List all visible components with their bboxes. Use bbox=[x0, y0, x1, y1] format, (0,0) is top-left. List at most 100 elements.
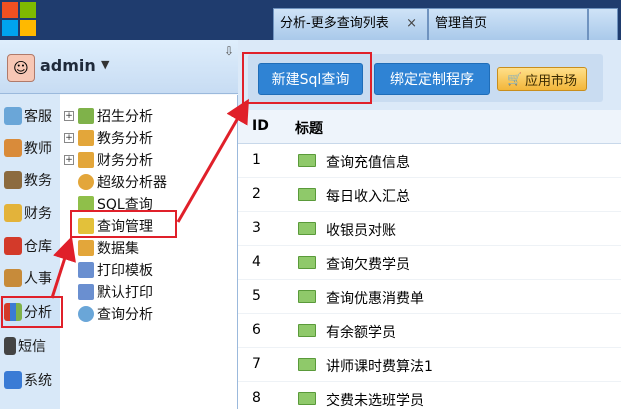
tab-label: 分析-更多查询列表 bbox=[280, 16, 389, 31]
tab-extra[interactable] bbox=[588, 8, 618, 40]
sidebar-item-label: 教师 bbox=[24, 141, 52, 157]
phone-icon bbox=[4, 337, 16, 355]
tree-item-academic-analysis[interactable]: + 教务分析 bbox=[64, 127, 153, 149]
column-header-title[interactable]: 标题 bbox=[295, 118, 323, 138]
table-row[interactable]: 6 有余额学员 bbox=[238, 314, 621, 348]
row-title[interactable]: 讲师课时费算法1 bbox=[326, 356, 433, 376]
magnifier-icon bbox=[78, 174, 94, 190]
tree-item-super-analyzer[interactable]: 超级分析器 bbox=[64, 171, 167, 193]
sql-manage-icon bbox=[78, 218, 94, 234]
tab-analysis-query-list[interactable]: 分析-更多查询列表 × bbox=[273, 8, 428, 40]
tree-item-finance-analysis[interactable]: + 财务分析 bbox=[64, 149, 153, 171]
tree-item-default-print[interactable]: 默认打印 bbox=[64, 281, 153, 303]
tree-item-query-management[interactable]: 查询管理 bbox=[64, 215, 153, 237]
sidebar-item-system[interactable]: 系统 bbox=[0, 364, 60, 396]
row-title[interactable]: 每日收入汇总 bbox=[326, 186, 410, 206]
book-icon bbox=[4, 171, 22, 189]
sidebar-item-analysis[interactable]: 分析 bbox=[0, 296, 60, 328]
sql-query-icon bbox=[298, 154, 316, 167]
dataset-icon bbox=[78, 240, 94, 256]
expand-icon[interactable]: + bbox=[64, 133, 74, 143]
chart-icon bbox=[4, 303, 22, 321]
row-id: 1 bbox=[252, 152, 261, 168]
print-icon bbox=[78, 284, 94, 300]
tree-item-print-template[interactable]: 打印模板 bbox=[64, 259, 153, 281]
sql-query-icon bbox=[298, 256, 316, 269]
sidebar-item-label: 财务 bbox=[24, 206, 52, 222]
magnifier-chart-icon bbox=[78, 130, 94, 146]
table-row[interactable]: 5 查询优惠消费单 bbox=[238, 280, 621, 314]
search-icon bbox=[78, 306, 94, 322]
pin-icon[interactable]: ⇩ bbox=[224, 44, 234, 58]
row-title[interactable]: 查询优惠消费单 bbox=[326, 288, 424, 308]
sidebar-item-teacher[interactable]: 教师 bbox=[0, 132, 60, 164]
expand-icon[interactable]: + bbox=[64, 111, 74, 121]
tab-close-icon[interactable]: × bbox=[406, 9, 417, 39]
cart-icon: 🛒 bbox=[507, 72, 522, 86]
row-id: 4 bbox=[252, 254, 261, 270]
warehouse-icon bbox=[4, 237, 22, 255]
row-title[interactable]: 查询充值信息 bbox=[326, 152, 410, 172]
sidebar-item-label: 人事 bbox=[24, 271, 52, 287]
tree-item-label: 招生分析 bbox=[97, 109, 153, 125]
username[interactable]: admin bbox=[40, 56, 96, 75]
avatar[interactable]: ☺ bbox=[7, 54, 35, 82]
toolbar: 新建Sql查询 绑定定制程序 🛒 应用市场 bbox=[238, 40, 621, 110]
app-logo-icon[interactable] bbox=[2, 2, 36, 36]
tree-item-label: 查询分析 bbox=[97, 307, 153, 323]
expand-icon[interactable]: + bbox=[64, 155, 74, 165]
table-row[interactable]: 1 查询充值信息 bbox=[238, 144, 621, 178]
tree-item-sql-query[interactable]: SQL查询 bbox=[64, 193, 153, 215]
row-id: 5 bbox=[252, 288, 261, 304]
sidebar-item-customer-service[interactable]: 客服 bbox=[0, 100, 60, 132]
table-row[interactable]: 2 每日收入汇总 bbox=[238, 178, 621, 212]
row-id: 8 bbox=[252, 390, 261, 406]
sidebar-item-warehouse[interactable]: 仓库 bbox=[0, 230, 60, 262]
tree-item-dataset[interactable]: 数据集 bbox=[64, 237, 139, 259]
app-market-button[interactable]: 🛒 应用市场 bbox=[497, 67, 587, 91]
sidebar-item-label: 教务 bbox=[24, 173, 52, 189]
magnifier-chart-icon bbox=[78, 152, 94, 168]
sidebar-item-hr[interactable]: 人事 bbox=[0, 262, 60, 294]
column-header-id[interactable]: ID bbox=[252, 118, 269, 134]
tree-item-label: 数据集 bbox=[97, 241, 139, 257]
tab-admin-home[interactable]: 管理首页 bbox=[428, 8, 588, 40]
bind-custom-program-button[interactable]: 绑定定制程序 bbox=[374, 63, 490, 95]
row-title[interactable]: 有余额学员 bbox=[326, 322, 396, 342]
row-id: 3 bbox=[252, 220, 261, 236]
sidebar-item-label: 短信 bbox=[18, 339, 46, 355]
top-bar: 分析-更多查询列表 × 管理首页 bbox=[0, 0, 621, 40]
row-title[interactable]: 收银员对账 bbox=[326, 220, 396, 240]
table-row[interactable]: 7 讲师课时费算法1 bbox=[238, 348, 621, 382]
sidebar-item-sms[interactable]: 短信 bbox=[0, 330, 60, 362]
table-row[interactable]: 8 交费未选班学员 bbox=[238, 382, 621, 409]
sql-query-icon bbox=[298, 188, 316, 201]
table-row[interactable]: 4 查询欠费学员 bbox=[238, 246, 621, 280]
sql-query-icon bbox=[298, 290, 316, 303]
person-icon bbox=[4, 269, 22, 287]
user-bar: ☺ admin ▼ ⇩ bbox=[0, 40, 238, 94]
teacher-icon bbox=[4, 139, 22, 157]
sidebar-item-finance[interactable]: 财务 bbox=[0, 197, 60, 229]
sql-query-icon bbox=[298, 358, 316, 371]
row-id: 2 bbox=[252, 186, 261, 202]
sidebar-item-label: 分析 bbox=[24, 305, 52, 321]
tree-item-label: 打印模板 bbox=[97, 263, 153, 279]
row-title[interactable]: 查询欠费学员 bbox=[326, 254, 410, 274]
sidebar-item-label: 系统 bbox=[24, 373, 52, 389]
tree-item-enrollment-analysis[interactable]: + 招生分析 bbox=[64, 105, 153, 127]
tree-item-label: SQL查询 bbox=[97, 197, 153, 213]
table-row[interactable]: 3 收银员对账 bbox=[238, 212, 621, 246]
system-icon bbox=[4, 371, 22, 389]
sidebar-item-label: 客服 bbox=[24, 109, 52, 125]
chevron-down-icon[interactable]: ▼ bbox=[101, 58, 109, 71]
sidebar-item-academic[interactable]: 教务 bbox=[0, 164, 60, 196]
row-title[interactable]: 交费未选班学员 bbox=[326, 390, 424, 409]
analysis-tree: + 招生分析 + 教务分析 + 财务分析 超级分析器 SQL查询 查询管理 数据… bbox=[60, 95, 238, 409]
tree-item-label: 查询管理 bbox=[97, 219, 153, 235]
print-template-icon bbox=[78, 262, 94, 278]
sql-query-icon bbox=[298, 392, 316, 405]
tree-item-query-analysis[interactable]: 查询分析 bbox=[64, 303, 153, 325]
new-sql-query-button[interactable]: 新建Sql查询 bbox=[258, 63, 363, 95]
coins-icon bbox=[4, 204, 22, 222]
